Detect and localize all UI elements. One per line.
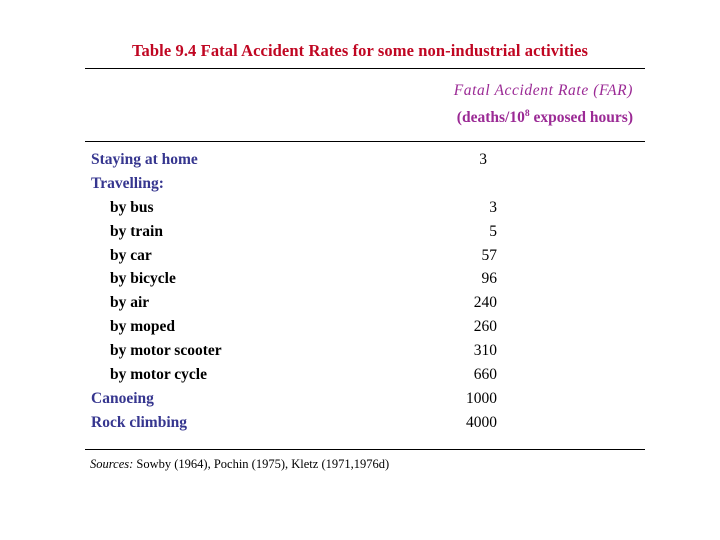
row-value: 4000 [466,413,497,431]
row-label: by train [110,222,163,240]
column-header-units-prefix: (deaths/10 [456,109,525,126]
row-label: by air [110,294,150,312]
table-row: by motor scooter 310 [91,339,497,363]
table-row: Staying at home 3 [91,148,497,172]
rule-top [85,68,645,69]
slide-canvas: Table 9.4 Fatal Accident Rates for some … [0,0,720,540]
table-row: by car 57 [91,244,497,268]
column-header-units-suffix: exposed hours) [529,109,633,126]
table-row: by moped 260 [91,315,497,339]
sources-note: Sources: Sowby (1964), Pochin (1975), Kl… [90,457,389,472]
row-value: 310 [473,342,497,360]
row-label: by motor cycle [110,365,207,383]
row-label: Travelling: [91,174,164,192]
row-value: 96 [481,270,498,288]
row-label: Staying at home [91,150,198,168]
row-value: 660 [473,365,497,383]
row-value: 57 [481,246,498,264]
sources-text: Sowby (1964), Pochin (1975), Kletz (1971… [136,457,390,471]
row-label: Rock climbing [91,413,188,431]
row-label: by car [110,246,152,264]
row-value: 3 [489,198,497,216]
sources-label: Sources: [90,457,134,471]
column-header-line1: Fatal Accident Rate (FAR) [453,82,633,99]
row-label: by bicycle [110,270,176,288]
row-label: by bus [110,198,154,216]
row-value: 240 [473,294,497,312]
table-row: by bicycle 96 [91,267,497,291]
rule-middle [85,141,645,142]
row-value [419,172,497,196]
rule-bottom [85,449,645,450]
row-value: 260 [473,318,497,336]
table-title: Table 9.4 Fatal Accident Rates for some … [131,41,589,60]
row-value: 1000 [466,389,497,407]
table-row: by motor cycle 660 [91,363,497,387]
row-label: by moped [110,318,176,336]
table-row: Canoeing 1000 [91,387,497,411]
row-label: Canoeing [91,389,154,407]
row-value: 3 [479,150,487,168]
table-row: Rock climbing 4000 [91,411,497,435]
table-row: Travelling: [91,172,497,196]
table-body: Staying at home 3 Travelling: by bus 3 by tra… [91,148,497,435]
table-row: by train 5 [91,220,497,244]
table-row: by air 240 [91,291,497,315]
row-value: 5 [489,222,497,240]
column-header-line2: (deaths/108 exposed hours) [457,109,633,127]
table-row: by bus 3 [91,196,497,220]
fatal-accident-rate-table: Staying at home 3 Travelling: by bus 3 by tra… [91,148,497,435]
row-label: by motor scooter [110,342,222,360]
